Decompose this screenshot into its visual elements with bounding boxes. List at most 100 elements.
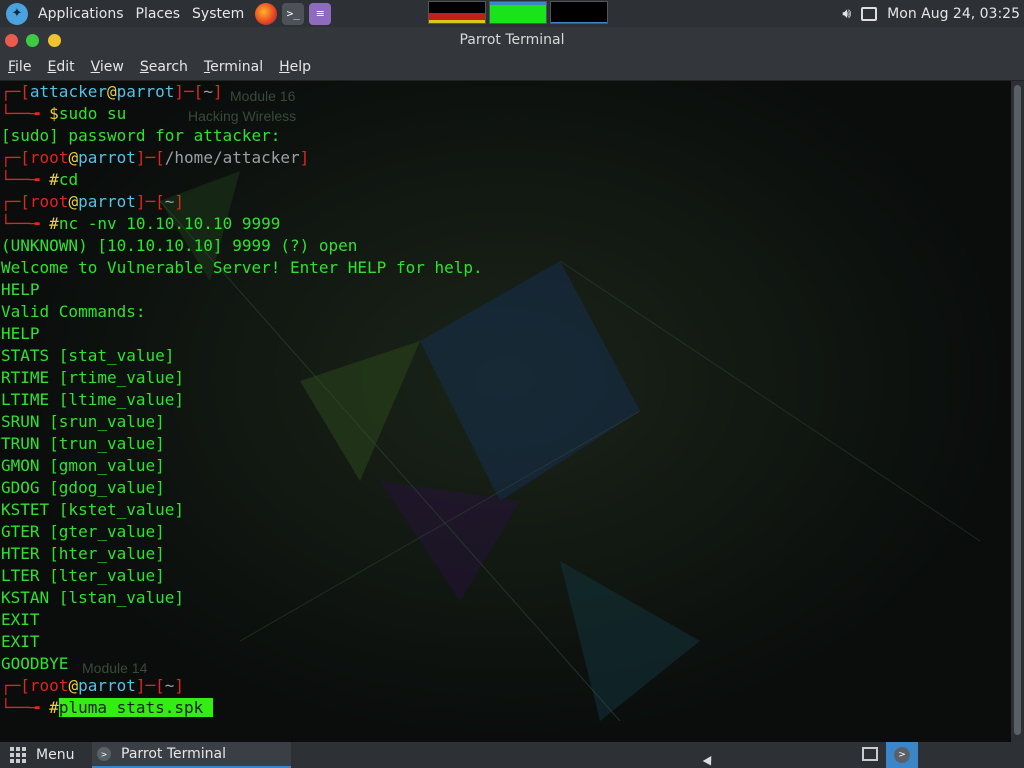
applications-label: Applications — [38, 5, 124, 22]
window-title: Parrot Terminal — [459, 32, 565, 48]
prompt-host: parrot — [78, 676, 136, 695]
terminal-icon[interactable]: >_ — [282, 2, 305, 25]
output-line: HELP — [1, 324, 40, 343]
prompt-symbol: $ — [49, 104, 59, 123]
places-menu[interactable]: Places — [130, 0, 187, 27]
output-line: TRUN [trun_value] — [1, 434, 165, 453]
output-line: STATS [stat_value] — [1, 346, 175, 365]
display-icon[interactable] — [861, 6, 878, 21]
prompt-user: root — [29, 192, 69, 211]
scrollbar-thumb[interactable] — [1014, 85, 1021, 735]
menu-search[interactable]: Search — [132, 59, 196, 75]
prompt-frame: └──╼ — [1, 104, 50, 123]
menu-file[interactable]: File — [0, 59, 39, 75]
maximize-window-button[interactable] — [26, 34, 39, 47]
cpu-monitor-graph — [428, 1, 486, 24]
menu-help[interactable]: Help — [271, 59, 319, 75]
bottom-panel: Menu > Parrot Terminal > — [0, 742, 1024, 768]
prompt-frame: ]─[ — [174, 82, 204, 101]
menu-edit-label: dit — [56, 59, 75, 75]
prompt-user: root — [29, 148, 69, 167]
menu-file-label: ile — [15, 59, 32, 75]
system-label: System — [192, 5, 245, 22]
output-line: RTIME [rtime_value] — [1, 368, 185, 387]
clock[interactable]: Mon Aug 24, 03:25 — [887, 6, 1020, 22]
prompt-line: ┌─[root@parrot]─[~] — [1, 191, 483, 213]
menu-view-label: iew — [99, 59, 124, 75]
taskbar-item-label: Parrot Terminal — [121, 746, 227, 762]
output-line: LTER [lter_value] — [1, 566, 165, 585]
parrot-logo-icon[interactable]: ✦ — [6, 2, 28, 25]
minimize-window-button[interactable] — [48, 34, 61, 47]
prompt-dir: ~ — [203, 82, 213, 101]
prompt-frame: ] — [212, 82, 223, 101]
prompt-host: parrot — [78, 192, 136, 211]
window-titlebar[interactable]: Parrot Terminal — [0, 27, 1024, 54]
prompt-user: root — [29, 676, 69, 695]
show-desktop-button[interactable]: > — [886, 742, 918, 768]
menu-view[interactable]: View — [83, 59, 132, 75]
text-editor-icon[interactable]: ≡ — [309, 2, 332, 25]
prompt-at: @ — [68, 148, 79, 167]
menu-terminal-label: erminal — [210, 59, 264, 75]
mouse-cursor-icon — [702, 756, 716, 768]
menu-file-mnemonic: F — [8, 59, 16, 75]
prompt-symbol: # — [49, 170, 59, 189]
output-line: GMON [gmon_value] — [1, 456, 165, 475]
prompt-frame: ┌─[ — [1, 192, 30, 211]
output-line: KSTAN [lstan_value] — [1, 588, 185, 607]
output-line: EXIT — [1, 632, 40, 651]
prompt-line: ┌─[root@parrot]─[/home/attacker] — [1, 147, 483, 169]
output-line: Welcome to Vulnerable Server! Enter HELP… — [1, 258, 483, 277]
menu-search-label: earch — [148, 59, 188, 75]
prompt-line: ┌─[attacker@parrot]─[~] — [1, 81, 483, 103]
menu-view-mnemonic: V — [90, 59, 100, 75]
command-line: └──╼ #nc -nv 10.10.10.10 9999 — [1, 213, 483, 235]
wallpaper-shard — [560, 561, 700, 721]
close-window-button[interactable] — [5, 34, 18, 47]
output-line: KSTET [kstet_value] — [1, 500, 185, 519]
top-panel-tray: 🔊︎ Mon Aug 24, 03:25 — [842, 0, 1024, 27]
prompt-frame: └──╼ — [1, 698, 50, 717]
prompt-host: parrot — [78, 148, 136, 167]
selected-command-text[interactable]: pluma stats.spk — [58, 698, 213, 717]
prompt-host: parrot — [116, 82, 175, 101]
output-line: SRUN [srun_value] — [1, 412, 165, 431]
output-line: GTER [gter_value] — [1, 522, 165, 541]
applications-menu[interactable]: Applications — [32, 0, 130, 27]
workspace-icon[interactable] — [862, 747, 878, 761]
output-line: HELP — [1, 280, 40, 299]
menu-button[interactable]: Menu — [10, 747, 74, 763]
terminal-icon: > — [894, 747, 910, 763]
prompt-frame: ] — [174, 192, 185, 211]
system-menu[interactable]: System — [186, 0, 250, 27]
network-monitor-graph — [550, 1, 608, 24]
top-panel: ✦ Applications Places System >_ ≡ 🔊︎ Mon… — [0, 0, 1024, 27]
command-line[interactable]: └──╼ #pluma stats.spk — [1, 697, 483, 719]
terminal-area[interactable]: Module 16 Hacking Wireless Module 14 ┌─[… — [0, 81, 1011, 742]
output-line: LTIME [ltime_value] — [1, 390, 185, 409]
prompt-dir: /home/attacker — [164, 148, 300, 167]
firefox-icon[interactable] — [255, 2, 278, 25]
prompt-frame: ┌─[ — [1, 676, 30, 695]
prompt-frame: ] — [174, 676, 185, 695]
menu-edit-mnemonic: E — [47, 59, 57, 75]
menu-terminal[interactable]: Terminal — [196, 59, 271, 75]
output-line: (UNKNOWN) [10.10.10.10] 9999 (?) open — [1, 236, 358, 255]
volume-icon[interactable]: 🔊︎ — [842, 6, 851, 22]
taskbar-item-parrot-terminal[interactable]: > Parrot Terminal — [92, 742, 291, 768]
prompt-frame: ]─[ — [135, 676, 165, 695]
prompt-frame: └──╼ — [1, 214, 50, 233]
output-line: GDOG [gdog_value] — [1, 478, 165, 497]
menu-edit[interactable]: Edit — [39, 59, 82, 75]
memory-monitor-graph — [489, 1, 547, 24]
output-line: Valid Commands: — [1, 302, 146, 321]
prompt-frame: ]─[ — [135, 148, 165, 167]
prompt-user: attacker — [29, 82, 107, 101]
system-monitors — [428, 1, 608, 24]
terminal-scrollbar[interactable] — [1011, 81, 1024, 742]
prompt-frame: ┌─[ — [1, 82, 30, 101]
prompt-at: @ — [68, 192, 79, 211]
menu-search-mnemonic: S — [139, 59, 149, 75]
output-line: EXIT — [1, 610, 40, 629]
